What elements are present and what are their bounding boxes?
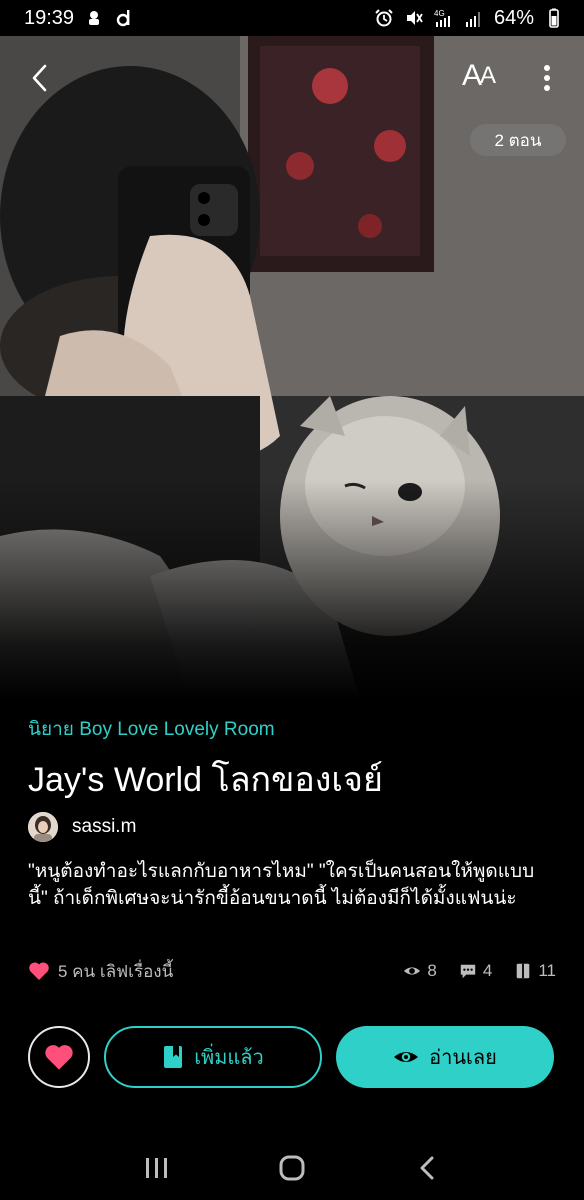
like-button[interactable] (28, 1026, 90, 1088)
alarm-icon (374, 8, 394, 28)
notification-icon (84, 8, 104, 28)
back-button[interactable] (20, 58, 60, 98)
signal-4g-icon: 4G (434, 8, 454, 28)
story-synopsis: "หนูต้องทำอะไรแลกกับอาหารไหม" "ใครเป็นคน… (28, 861, 535, 909)
more-icon (544, 65, 550, 91)
author-row[interactable]: sassi.m (28, 812, 136, 842)
action-row: เพิ่มแล้ว อ่านเลย (28, 1026, 556, 1088)
comment-icon (460, 964, 476, 979)
author-name[interactable]: sassi.m (72, 816, 136, 838)
cover-fade (0, 480, 584, 700)
chapter-count-label: 2 ตอน (494, 130, 542, 150)
battery-icon (544, 8, 564, 28)
home-button[interactable] (267, 1143, 317, 1193)
back-icon (32, 64, 47, 92)
font-size-icon-small: A (480, 62, 496, 89)
read-label: อ่านเลย (429, 1047, 497, 1069)
more-menu-button[interactable] (532, 58, 562, 98)
chapter-count-badge[interactable]: 2 ตอน (470, 124, 566, 156)
read-now-button[interactable]: อ่านเลย (336, 1026, 554, 1088)
bookmark-icon (164, 1046, 183, 1068)
views-stat: 8 (403, 961, 437, 981)
status-time: 19:39 (24, 6, 75, 29)
mute-icon (404, 8, 424, 28)
added-to-library-button[interactable]: เพิ่มแล้ว (104, 1026, 322, 1088)
avatar-image (28, 812, 58, 842)
system-back-icon (420, 1156, 434, 1180)
app-d-icon (114, 8, 134, 28)
likes-summary: 5 คน เลิฟเรื่องนี้ (28, 958, 173, 985)
recents-button[interactable] (132, 1143, 182, 1193)
views-count: 8 (427, 961, 437, 980)
status-bar: 19:39 4G 64% (0, 0, 584, 36)
chapters-stat: 11 (514, 961, 556, 981)
eye-icon (404, 967, 421, 975)
signal-icon (464, 8, 484, 28)
home-icon (279, 1155, 305, 1181)
chapters-count: 11 (538, 961, 556, 980)
stats-row: 5 คน เลิฟเรื่องนี้ 8 4 11 (28, 956, 556, 986)
author-avatar[interactable] (28, 812, 58, 842)
heart-icon (45, 1045, 73, 1070)
font-size-icon: A (461, 59, 482, 92)
story-category[interactable]: นิยาย Boy Love Lovely Room (28, 714, 275, 744)
system-nav-bar (0, 1136, 584, 1200)
system-back-button[interactable] (402, 1143, 452, 1193)
story-title: Jay's World โลกของเจย์ (28, 761, 383, 799)
recents-icon (146, 1158, 168, 1178)
eye-icon (394, 1052, 419, 1062)
battery-level: 64% (493, 6, 534, 29)
heart-icon (29, 962, 49, 980)
likes-text: 5 คน เลิฟเรื่องนี้ (58, 961, 174, 981)
added-label: เพิ่มแล้ว (194, 1047, 264, 1069)
font-size-button[interactable]: AA (452, 56, 504, 96)
comments-stat: 4 (459, 961, 492, 981)
svg-text:4G: 4G (434, 9, 445, 18)
comments-count: 4 (482, 961, 493, 980)
book-icon (517, 963, 530, 979)
